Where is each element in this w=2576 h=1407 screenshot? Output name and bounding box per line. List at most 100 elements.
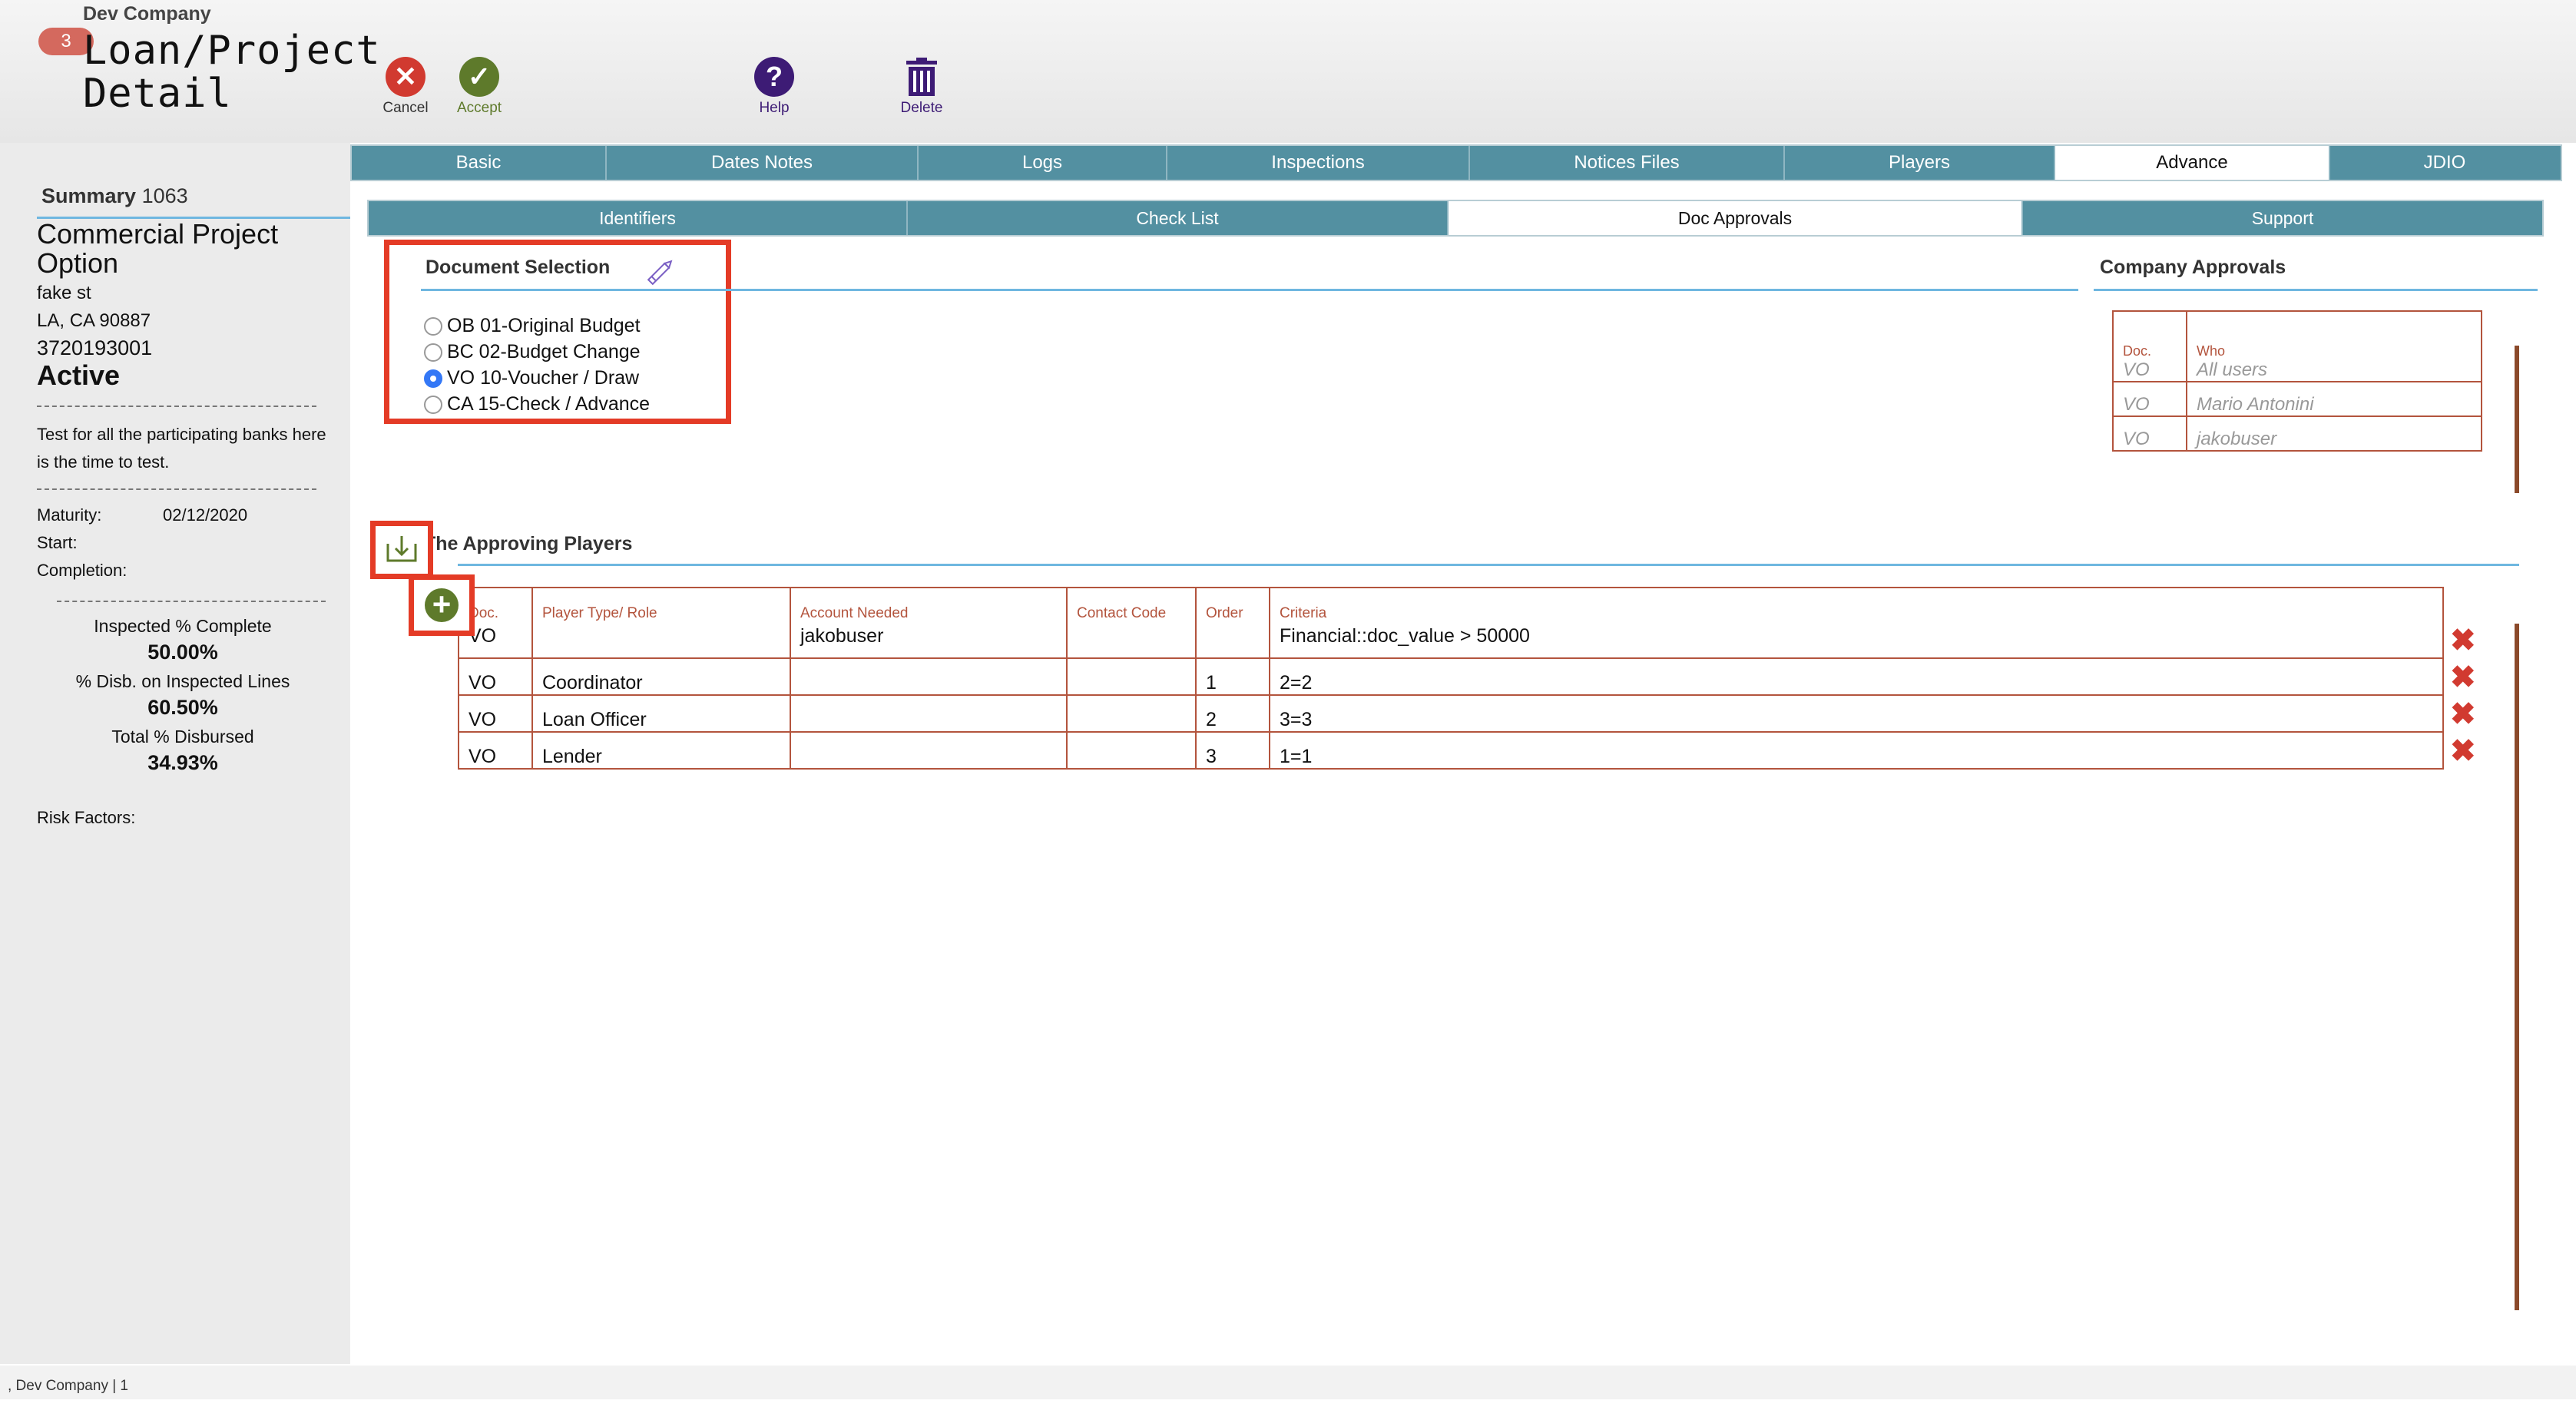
page-title: Loan/Project Detail: [83, 28, 381, 117]
tab-logs[interactable]: Logs: [919, 146, 1167, 180]
trash-icon: [902, 57, 942, 97]
radio-button[interactable]: [424, 395, 442, 414]
cell-criteria: 3=3: [1269, 694, 2444, 733]
start-label: Start:: [37, 533, 78, 552]
cell-contact: [1066, 657, 1197, 696]
delete-x-icon[interactable]: ✖: [2450, 736, 2476, 766]
summary-label: Summary: [41, 184, 137, 207]
document-selection-divider: [421, 289, 2078, 291]
maturity-row: Maturity: 02/12/2020: [37, 505, 247, 525]
scrollbar[interactable]: [2515, 346, 2519, 493]
accept-icon: ✓: [459, 57, 499, 97]
table-cell: Who All users: [2186, 310, 2482, 382]
maturity-label: Maturity:: [37, 505, 102, 525]
doc-option-ca15[interactable]: CA 15-Check / Advance: [424, 393, 650, 415]
tab-doc-approvals[interactable]: Doc Approvals: [1449, 201, 2023, 235]
status-label: Active: [37, 359, 121, 391]
delete-x-icon[interactable]: ✖: [2450, 625, 2476, 656]
cell-role: Lender: [531, 731, 791, 770]
sub-tabs: Identifiers Check List Doc Approvals Sup…: [367, 200, 2544, 237]
cell-contact: [1066, 694, 1197, 733]
tab-notices-files[interactable]: Notices Files: [1470, 146, 1785, 180]
tab-identifiers[interactable]: Identifiers: [369, 201, 908, 235]
delete-button[interactable]: Delete: [876, 57, 968, 117]
completion-label: Completion:: [37, 561, 127, 580]
cancel-icon: ✕: [386, 57, 425, 97]
address-line-2: LA, CA 90887: [37, 310, 151, 331]
divider: [57, 601, 326, 602]
doc-option-label: OB 01-Original Budget: [447, 315, 641, 336]
table-row[interactable]: VO Coordinator 1 2=2: [458, 657, 2444, 696]
scrollbar[interactable]: [2515, 624, 2519, 1310]
account-number: 3720193001: [37, 336, 153, 359]
total-disbursed-label: Total % Disbursed: [111, 727, 254, 747]
table-row[interactable]: Doc. VO Player Type/ Role Account Needed…: [458, 587, 2444, 659]
tab-check-list[interactable]: Check List: [908, 201, 1449, 235]
cell-doc: VO: [458, 657, 533, 696]
column-header-account: Account Needed: [800, 605, 909, 621]
doc-option-label: VO 10-Voucher / Draw: [447, 367, 640, 389]
column-header-order: Order: [1206, 605, 1243, 621]
approving-players-divider: [458, 564, 2519, 566]
cell-doc: VO: [2112, 415, 2187, 452]
cell-contact: [1066, 731, 1197, 770]
approving-players-title: The Approving Players: [424, 533, 633, 555]
tab-basic[interactable]: Basic: [352, 146, 607, 180]
radio-button[interactable]: [424, 316, 442, 336]
maturity-value: 02/12/2020: [163, 505, 248, 525]
app-header: Dev Company 3 Loan/Project Detail ✕ Canc…: [0, 0, 2576, 143]
cell-account: [790, 694, 1068, 733]
column-header-criteria: Criteria: [1280, 605, 1327, 621]
table-cell: Order: [1195, 587, 1270, 659]
pencil-icon[interactable]: [642, 255, 677, 290]
approving-players-table: Doc. VO Player Type/ Role Account Needed…: [458, 587, 2444, 770]
delete-label: Delete: [900, 100, 943, 116]
doc-option-bc02[interactable]: BC 02-Budget Change: [424, 341, 641, 363]
table-row[interactable]: VO jakobuser: [2112, 415, 2482, 452]
doc-option-ob01[interactable]: OB 01-Original Budget: [424, 315, 641, 337]
main-tabs: Basic Dates Notes Logs Inspections Notic…: [350, 144, 2562, 181]
divider: [37, 406, 316, 407]
cell-criteria: 1=1: [1269, 731, 2444, 770]
cell-role: Coordinator: [531, 657, 791, 696]
disb-label: % Disb. on Inspected Lines: [75, 671, 290, 691]
tab-jdio[interactable]: JDIO: [2330, 146, 2559, 180]
tab-players[interactable]: Players: [1785, 146, 2055, 180]
table-cell: Contact Code: [1066, 587, 1197, 659]
doc-option-label: BC 02-Budget Change: [447, 341, 641, 363]
table-row[interactable]: VO Lender 3 1=1: [458, 731, 2444, 770]
divider: [37, 488, 316, 490]
cell-order: 3: [1195, 731, 1270, 770]
table-row[interactable]: VO Mario Antonini: [2112, 381, 2482, 417]
table-row: Doc. VO Who All users: [2112, 310, 2482, 382]
import-icon: [385, 533, 419, 568]
tab-advance[interactable]: Advance: [2055, 146, 2330, 180]
radio-button-selected[interactable]: [424, 369, 442, 388]
summary-heading: Summary 1063: [41, 184, 188, 208]
delete-x-icon[interactable]: ✖: [2450, 699, 2476, 730]
project-name: Commercial Project Option: [37, 218, 279, 279]
accept-button[interactable]: ✓ Accept: [433, 57, 525, 117]
radio-button[interactable]: [424, 343, 442, 362]
document-selection-title: Document Selection: [425, 257, 611, 278]
project-note: Test for all the participating banks her…: [37, 425, 326, 472]
column-header-contact: Contact Code: [1077, 605, 1167, 621]
risk-factors-label: Risk Factors:: [37, 808, 136, 827]
doc-option-vo10[interactable]: VO 10-Voucher / Draw: [424, 367, 639, 389]
import-button[interactable]: [370, 521, 433, 579]
delete-x-icon[interactable]: ✖: [2450, 662, 2476, 693]
cell-account: [790, 731, 1068, 770]
table-row[interactable]: VO Loan Officer 2 3=3: [458, 694, 2444, 733]
cell-doc: VO: [469, 625, 497, 647]
column-header-doc: Doc.: [2123, 343, 2152, 359]
tab-dates-notes[interactable]: Dates Notes: [607, 146, 919, 180]
add-player-button[interactable]: +: [409, 574, 475, 636]
help-button[interactable]: ? Help: [728, 57, 820, 117]
column-header-who: Who: [2197, 343, 2226, 359]
doc-option-label: CA 15-Check / Advance: [447, 393, 651, 415]
cell-order: 1: [1195, 657, 1270, 696]
cell-account: [790, 657, 1068, 696]
tab-support[interactable]: Support: [2023, 201, 2542, 235]
tab-inspections[interactable]: Inspections: [1167, 146, 1470, 180]
help-label: Help: [759, 100, 790, 116]
